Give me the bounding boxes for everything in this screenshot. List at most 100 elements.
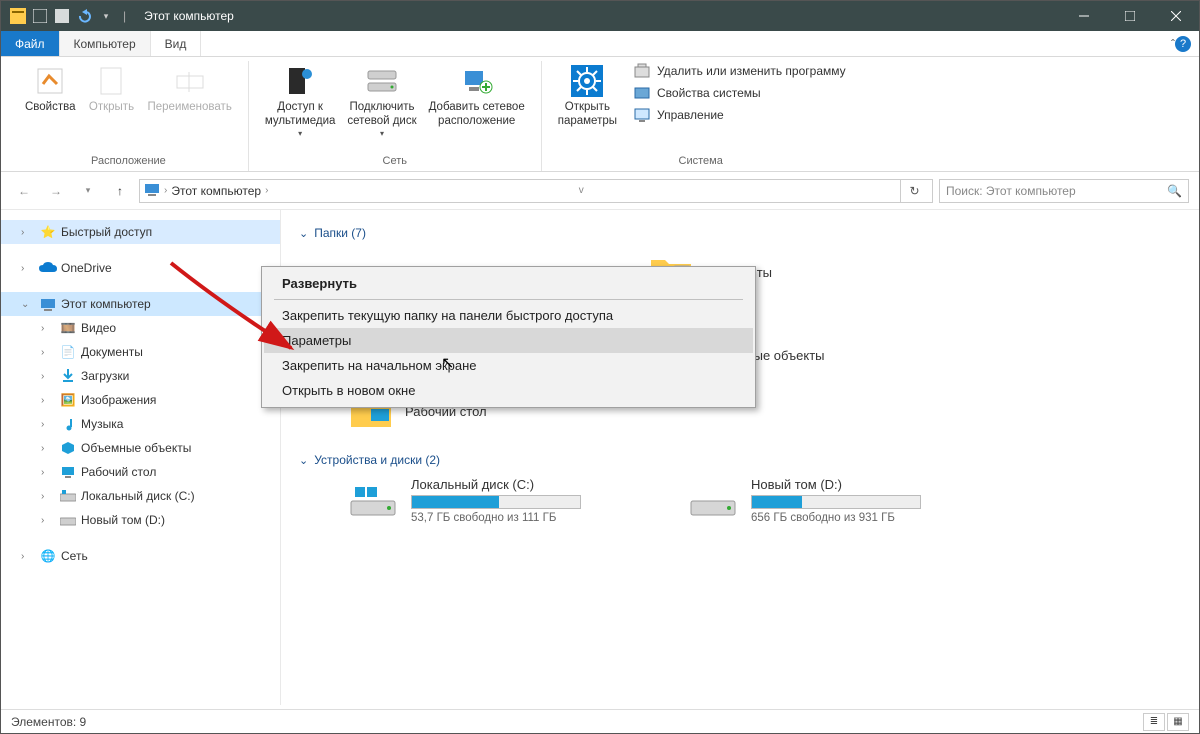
- open-settings-button[interactable]: Открыть параметры: [552, 61, 623, 131]
- breadcrumb-separator-2[interactable]: ›: [265, 185, 268, 196]
- maximize-button[interactable]: [1107, 1, 1153, 31]
- details-view-button[interactable]: ≣: [1143, 713, 1165, 731]
- folders-section-header[interactable]: ⌄ Папки (7): [299, 226, 1181, 240]
- ctx-pin-start[interactable]: Закрепить на начальном экране: [264, 353, 753, 378]
- forward-button: →: [43, 178, 69, 204]
- ctx-open-new-window[interactable]: Открыть в новом окне: [264, 378, 753, 403]
- objects3d-icon: [59, 439, 77, 457]
- properties-label: Свойства: [25, 101, 76, 115]
- documents-icon: 📄: [59, 343, 77, 361]
- sidebar-item-quick-access[interactable]: › ⭐ Быстрый доступ: [1, 220, 280, 244]
- drive-c-usage-bar: [411, 495, 581, 509]
- navigation-pane[interactable]: › ⭐ Быстрый доступ › OneDrive ⌄ Этот ком…: [1, 210, 281, 705]
- ctx-parameters[interactable]: Параметры: [264, 328, 753, 353]
- system-properties-label: Свойства системы: [657, 86, 761, 100]
- open-button: Открыть: [82, 61, 142, 117]
- ctx-expand[interactable]: Развернуть: [264, 271, 753, 296]
- drive-c[interactable]: Локальный диск (C:) 53,7 ГБ свободно из …: [349, 477, 649, 524]
- ribbon: Свойства Открыть Переименовать Расположе…: [1, 57, 1199, 172]
- ribbon-help[interactable]: ˆ ?: [1159, 31, 1199, 56]
- system-properties-button[interactable]: Свойства системы: [629, 83, 850, 103]
- group-system-label: Система: [679, 153, 723, 171]
- search-placeholder: Поиск: Этот компьютер: [946, 184, 1076, 198]
- pictures-icon: 🖼️: [59, 391, 77, 409]
- uninstall-label: Удалить или изменить программу: [657, 64, 846, 78]
- help-icon[interactable]: ?: [1175, 36, 1191, 52]
- address-bar[interactable]: › Этот компьютер › v ↻: [139, 179, 933, 203]
- drive-d[interactable]: Новый том (D:) 656 ГБ свободно из 931 ГБ: [689, 477, 989, 524]
- search-icon[interactable]: 🔍: [1167, 184, 1182, 198]
- sidebar-thispc-label: Этот компьютер: [61, 297, 151, 311]
- address-dropdown[interactable]: v: [579, 185, 584, 196]
- sidebar-item-music[interactable]: › Музыка: [1, 412, 280, 436]
- manage-button[interactable]: Управление: [629, 105, 850, 125]
- breadcrumb-thispc[interactable]: Этот компьютер: [171, 184, 261, 198]
- sidebar-item-3dobjects[interactable]: › Объемные объекты: [1, 436, 280, 460]
- sidebar-item-onedrive[interactable]: › OneDrive: [1, 256, 280, 280]
- search-box[interactable]: Поиск: Этот компьютер 🔍: [939, 179, 1189, 203]
- breadcrumb-separator[interactable]: ›: [164, 185, 167, 196]
- ctx-pin-quick[interactable]: Закрепить текущую папку на панели быстро…: [264, 303, 753, 328]
- close-button[interactable]: [1153, 1, 1199, 31]
- expand-icon[interactable]: ›: [21, 263, 35, 274]
- drives-section-header[interactable]: ⌄ Устройства и диски (2): [299, 453, 1181, 467]
- properties-button[interactable]: Свойства: [19, 61, 82, 117]
- refresh-button[interactable]: ↻: [900, 180, 928, 202]
- star-icon: ⭐: [39, 223, 57, 241]
- sidebar-item-diskc[interactable]: › Локальный диск (C:): [1, 484, 280, 508]
- qat-newfolder-icon[interactable]: [53, 7, 71, 25]
- collapse-icon[interactable]: ⌄: [299, 227, 308, 240]
- recent-locations-button[interactable]: ▾: [75, 178, 101, 204]
- sidebar-item-diskd[interactable]: › Новый том (D:): [1, 508, 280, 532]
- icons-view-button[interactable]: ▦: [1167, 713, 1189, 731]
- map-drive-label: Подключить сетевой диск: [347, 101, 416, 129]
- add-network-location-button[interactable]: Добавить сетевое расположение: [423, 61, 531, 131]
- up-button[interactable]: ↑: [107, 178, 133, 204]
- drives-header-label: Устройства и диски (2): [314, 453, 440, 467]
- sidebar-item-video[interactable]: ›🎞️ Видео: [1, 316, 280, 340]
- open-settings-label: Открыть параметры: [558, 101, 617, 129]
- tab-computer[interactable]: Компьютер: [60, 31, 151, 56]
- desktop-icon: [59, 463, 77, 481]
- expand-icon[interactable]: ›: [21, 227, 35, 238]
- map-drive-button[interactable]: Подключить сетевой диск ▾: [341, 61, 422, 140]
- media-access-label: Доступ к мультимедиа: [265, 101, 336, 129]
- sidebar-quick-label: Быстрый доступ: [61, 225, 152, 239]
- sidebar-item-thispc[interactable]: ⌄ Этот компьютер: [1, 292, 280, 316]
- navigation-row: ← → ▾ ↑ › Этот компьютер › v ↻ Поиск: Эт…: [1, 172, 1199, 210]
- video-icon: 🎞️: [59, 319, 77, 337]
- drive-c-name: Локальный диск (C:): [411, 477, 581, 492]
- sidebar-diskc-label: Локальный диск (C:): [81, 489, 195, 503]
- sidebar-item-downloads[interactable]: › Загрузки: [1, 364, 280, 388]
- sidebar-music-label: Музыка: [81, 417, 123, 431]
- minimize-button[interactable]: [1061, 1, 1107, 31]
- sidebar-item-documents[interactable]: ›📄 Документы: [1, 340, 280, 364]
- sidebar-item-desktop[interactable]: › Рабочий стол: [1, 460, 280, 484]
- uninstall-program-button[interactable]: Удалить или изменить программу: [629, 61, 850, 81]
- sidebar-item-pictures[interactable]: ›🖼️ Изображения: [1, 388, 280, 412]
- collapse-icon[interactable]: ⌄: [299, 454, 308, 467]
- sidebar-onedrive-label: OneDrive: [61, 261, 112, 275]
- qat-properties-icon[interactable]: [31, 7, 49, 25]
- drive-d-name: Новый том (D:): [751, 477, 921, 492]
- titlebar: ▾ | Этот компьютер: [1, 1, 1199, 31]
- qat-customize-icon[interactable]: ▾: [97, 7, 115, 25]
- ribbon-group-system: Открыть параметры Удалить или изменить п…: [542, 61, 860, 171]
- sidebar-item-network[interactable]: ›🌐 Сеть: [1, 544, 280, 568]
- tab-file[interactable]: Файл: [1, 31, 60, 56]
- status-item-count: Элементов: 9: [11, 715, 86, 729]
- media-access-button[interactable]: Доступ к мультимедиа ▾: [259, 61, 342, 140]
- ribbon-group-location: Свойства Открыть Переименовать Расположе…: [9, 61, 249, 171]
- context-menu: Развернуть Закрепить текущую папку на па…: [261, 266, 756, 408]
- ctx-separator: [274, 299, 743, 300]
- rename-label: Переименовать: [148, 101, 232, 115]
- sidebar-diskd-label: Новый том (D:): [81, 513, 165, 527]
- mouse-cursor-icon: ↖: [441, 353, 454, 373]
- qat-undo-icon[interactable]: [75, 7, 93, 25]
- ribbon-group-network: Доступ к мультимедиа ▾ Подключить сетево…: [249, 61, 542, 171]
- back-button[interactable]: ←: [11, 178, 37, 204]
- system-menu-icon[interactable]: [9, 7, 27, 25]
- sidebar-desktop-label: Рабочий стол: [81, 465, 156, 479]
- tab-view[interactable]: Вид: [151, 31, 202, 56]
- collapse-icon[interactable]: ⌄: [21, 299, 35, 310]
